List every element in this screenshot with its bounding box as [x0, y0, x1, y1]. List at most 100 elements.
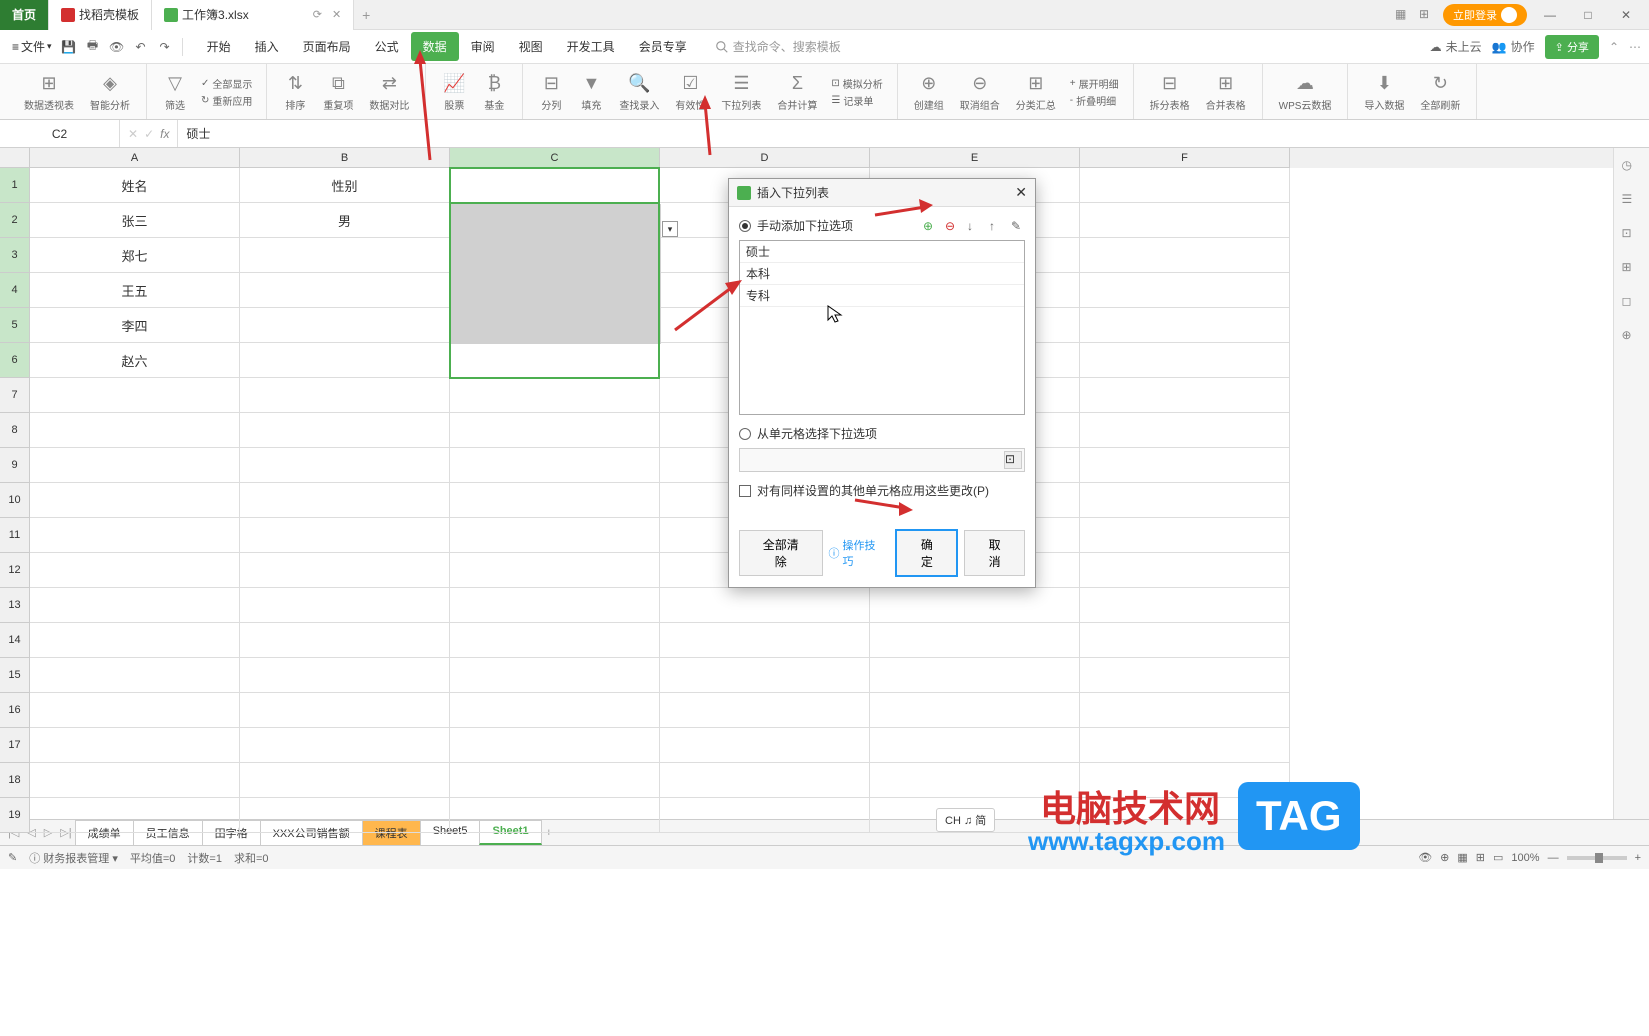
row-header-19[interactable]: 19	[0, 798, 30, 833]
side-icon-1[interactable]: ◷	[1622, 158, 1642, 178]
name-box[interactable]: C2	[0, 120, 120, 147]
template-tab[interactable]: 找稻壳模板	[49, 0, 152, 30]
cell[interactable]	[30, 553, 240, 588]
cell[interactable]	[30, 413, 240, 448]
cell[interactable]	[1080, 308, 1290, 343]
cell[interactable]	[1080, 623, 1290, 658]
list-item[interactable]: 硕士	[740, 241, 1024, 263]
cell[interactable]	[450, 343, 660, 378]
text-to-columns-button[interactable]: ⊟分列	[531, 67, 571, 116]
row-header-7[interactable]: 7	[0, 378, 30, 413]
menu-tab-insert[interactable]: 插入	[243, 32, 291, 61]
validity-button[interactable]: ☑有效性	[667, 67, 713, 116]
side-icon-3[interactable]: ⊡	[1622, 226, 1642, 246]
cell[interactable]	[870, 728, 1080, 763]
row-header-3[interactable]: 3	[0, 238, 30, 273]
collapse-button[interactable]: -折叠明细	[1070, 93, 1119, 108]
cell[interactable]	[450, 238, 660, 273]
clear-all-button[interactable]: 全部清除	[739, 530, 823, 576]
col-header-C[interactable]: C	[450, 148, 660, 168]
cell[interactable]	[660, 588, 870, 623]
workbook-tab[interactable]: 工作簿3.xlsx ⟳ ✕	[152, 0, 354, 30]
stock-button[interactable]: 📈股票	[434, 67, 474, 116]
fill-button[interactable]: ▼填充	[571, 67, 611, 116]
cell[interactable]	[450, 448, 660, 483]
manual-radio[interactable]	[739, 220, 751, 232]
range-option-row[interactable]: 从单元格选择下拉选项	[739, 425, 1025, 442]
search-box[interactable]: 查找命令、搜索模板	[715, 38, 841, 55]
show-all-button[interactable]: ✓全部显示	[201, 76, 252, 91]
cell[interactable]	[870, 693, 1080, 728]
cell[interactable]	[1080, 448, 1290, 483]
redo-icon[interactable]: ↷	[156, 38, 174, 56]
cell[interactable]	[30, 658, 240, 693]
cell[interactable]	[870, 658, 1080, 693]
row-header-4[interactable]: 4	[0, 273, 30, 308]
row-header-17[interactable]: 17	[0, 728, 30, 763]
collapse-icon[interactable]: ⌃	[1609, 40, 1619, 54]
col-header-B[interactable]: B	[240, 148, 450, 168]
cell[interactable]	[660, 623, 870, 658]
cell[interactable]	[450, 763, 660, 798]
cell[interactable]	[450, 623, 660, 658]
side-icon-4[interactable]: ⊞	[1622, 260, 1642, 280]
zoom-value[interactable]: 100%	[1511, 852, 1539, 864]
cell[interactable]	[450, 518, 660, 553]
cell[interactable]	[240, 378, 450, 413]
undo-icon[interactable]: ↶	[132, 38, 150, 56]
file-menu[interactable]: ≡ 文件 ▾	[8, 38, 56, 55]
cell[interactable]	[240, 273, 450, 308]
cell[interactable]	[1080, 693, 1290, 728]
record-form-button[interactable]: ☰记录单	[831, 93, 882, 108]
cell[interactable]	[1080, 168, 1290, 203]
manual-option-row[interactable]: 手动添加下拉选项 ⊕ ⊖ ↓ ↑ ✎	[739, 217, 1025, 234]
cell[interactable]: 男	[240, 203, 450, 238]
cell[interactable]	[1080, 658, 1290, 693]
cell[interactable]	[30, 483, 240, 518]
zoom-out[interactable]: —	[1548, 852, 1559, 864]
consolidate-button[interactable]: Σ合并计算	[769, 67, 825, 116]
grid-icon[interactable]: ▦	[1395, 7, 1411, 23]
cell[interactable]	[240, 413, 450, 448]
import-data-button[interactable]: ⬇导入数据	[1356, 67, 1412, 116]
row-header-9[interactable]: 9	[0, 448, 30, 483]
cell[interactable]	[450, 553, 660, 588]
cell[interactable]	[660, 763, 870, 798]
menu-tab-formula[interactable]: 公式	[363, 32, 411, 61]
merge-table-button[interactable]: ⊞合并表格	[1198, 67, 1254, 116]
help-link[interactable]: ⓘ 操作技巧	[829, 537, 884, 569]
add-tab-button[interactable]: +	[354, 7, 378, 23]
menu-tab-review[interactable]: 审阅	[459, 32, 507, 61]
cell[interactable]	[450, 588, 660, 623]
cell[interactable]	[1080, 588, 1290, 623]
split-table-button[interactable]: ⊟拆分表格	[1142, 67, 1198, 116]
select-all-corner[interactable]	[0, 148, 30, 168]
cell[interactable]	[30, 763, 240, 798]
cell[interactable]	[30, 448, 240, 483]
refresh-all-button[interactable]: ↻全部刷新	[1412, 67, 1468, 116]
list-item[interactable]: 本科	[740, 263, 1024, 285]
cell[interactable]	[240, 518, 450, 553]
status-icon[interactable]: ✎	[8, 851, 17, 864]
cell[interactable]	[240, 553, 450, 588]
cell[interactable]: 赵六	[30, 343, 240, 378]
cell[interactable]	[450, 483, 660, 518]
view-icon-4[interactable]: ⊞	[1476, 851, 1485, 864]
apps-icon[interactable]: ⊞	[1419, 7, 1435, 23]
cell[interactable]	[1080, 553, 1290, 588]
cell[interactable]	[1080, 273, 1290, 308]
row-header-10[interactable]: 10	[0, 483, 30, 518]
coop-status[interactable]: 👥 协作	[1492, 38, 1535, 55]
cell[interactable]	[30, 518, 240, 553]
menu-tab-layout[interactable]: 页面布局	[291, 32, 363, 61]
smart-analysis-button[interactable]: ◈智能分析	[82, 67, 138, 116]
print-icon[interactable]: 🖶	[84, 38, 102, 56]
cell[interactable]	[30, 378, 240, 413]
reapply-button[interactable]: ↻重新应用	[201, 93, 252, 108]
row-header-14[interactable]: 14	[0, 623, 30, 658]
range-input[interactable]: ⊡	[739, 448, 1025, 472]
row-header-12[interactable]: 12	[0, 553, 30, 588]
cell[interactable]	[240, 238, 450, 273]
cell[interactable]: 郑七	[30, 238, 240, 273]
preview-icon[interactable]: 👁	[108, 38, 126, 56]
